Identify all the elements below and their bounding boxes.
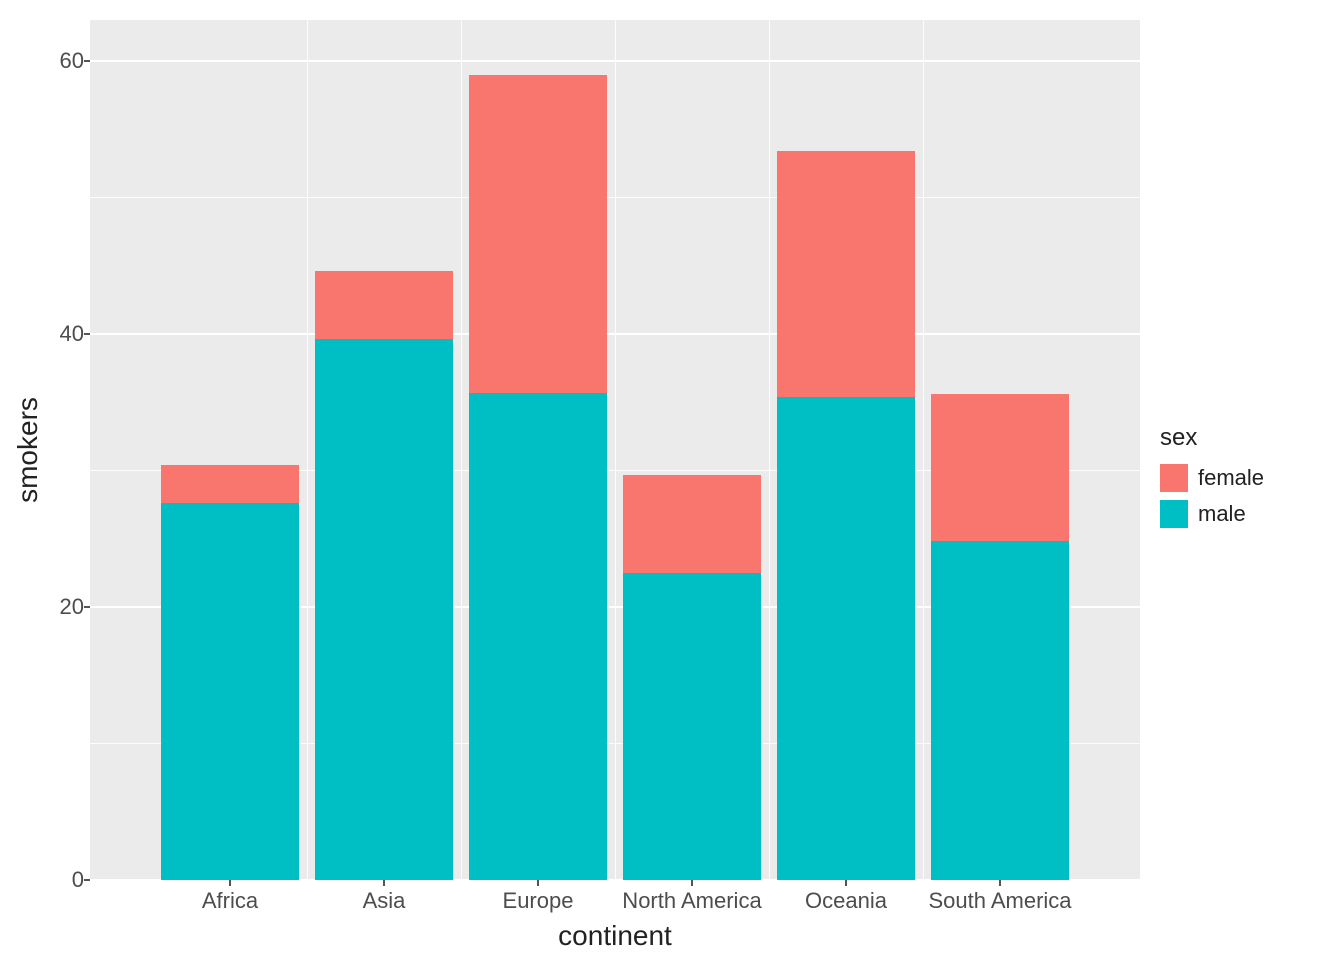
x-axis-title: continent [558, 920, 672, 952]
bar-africa [161, 465, 300, 880]
x-tick-mark [999, 880, 1001, 886]
grid-line-vertical-minor [461, 20, 462, 880]
bar-segment-male [469, 393, 608, 880]
legend-item-male: male [1160, 500, 1264, 528]
grid-line-vertical-minor [769, 20, 770, 880]
bar-segment-male [315, 339, 454, 880]
x-tick-label: Europe [503, 888, 574, 914]
y-tick-label: 0 [72, 867, 84, 893]
bar-segment-female [161, 465, 300, 503]
y-tick-mark [84, 333, 90, 335]
grid-line-vertical-minor [923, 20, 924, 880]
x-tick-mark [845, 880, 847, 886]
y-tick-label: 20 [60, 594, 84, 620]
x-tick-mark [229, 880, 231, 886]
bar-segment-female [315, 271, 454, 339]
x-tick-mark [383, 880, 385, 886]
bar-europe [469, 75, 608, 880]
bar-segment-male [931, 541, 1070, 880]
grid-line-vertical-minor [307, 20, 308, 880]
x-tick-mark [691, 880, 693, 886]
x-tick-label: Africa [202, 888, 258, 914]
legend-label-male: male [1198, 501, 1246, 527]
y-tick-mark [84, 60, 90, 62]
x-tick-label: Oceania [805, 888, 887, 914]
x-tick-label: North America [622, 888, 761, 914]
bar-south-america [931, 394, 1070, 880]
y-tick-label: 60 [60, 48, 84, 74]
grid-line-vertical-minor [615, 20, 616, 880]
bar-segment-female [777, 151, 916, 397]
x-tick-mark [537, 880, 539, 886]
x-tick-label: South America [928, 888, 1071, 914]
bar-segment-male [777, 397, 916, 880]
legend: sex female male [1160, 424, 1264, 536]
legend-item-female: female [1160, 464, 1264, 492]
bar-north-america [623, 475, 762, 880]
bar-asia [315, 271, 454, 880]
bar-segment-male [623, 573, 762, 880]
y-tick-mark [84, 879, 90, 881]
chart-container: smokers continent sex female male 0 20 40 6… [0, 0, 1344, 960]
bar-segment-male [161, 503, 300, 880]
y-tick-mark [84, 606, 90, 608]
bar-segment-female [931, 394, 1070, 541]
bar-segment-female [469, 75, 608, 393]
bar-oceania [777, 151, 916, 880]
y-tick-label: 40 [60, 321, 84, 347]
bar-segment-female [623, 475, 762, 573]
y-axis-title: smokers [12, 397, 44, 503]
legend-swatch-male [1160, 500, 1188, 528]
plot-panel [90, 20, 1140, 880]
x-tick-label: Asia [363, 888, 406, 914]
legend-label-female: female [1198, 465, 1264, 491]
legend-title: sex [1160, 424, 1264, 452]
legend-swatch-female [1160, 464, 1188, 492]
